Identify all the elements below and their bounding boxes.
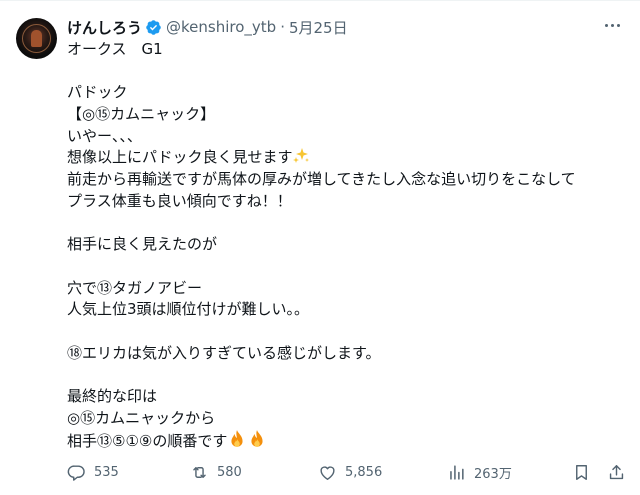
avatar-figure (31, 30, 42, 47)
header-separator: · (280, 18, 285, 36)
verified-badge-icon (146, 19, 161, 35)
share-button[interactable] (607, 463, 634, 482)
tweet-line: 穴で⑬タガノアビー (67, 278, 203, 297)
reply-icon (67, 465, 85, 481)
tweet-line-text: 相手⑬⑤①⑨の順番です (67, 432, 228, 451)
avatar[interactable] (16, 18, 57, 59)
retweet-icon (193, 467, 206, 478)
heart-icon (320, 466, 335, 480)
views-button[interactable]: 263万 (447, 463, 512, 482)
like-button[interactable]: 5,856 (318, 463, 382, 482)
tweet-line: いやー、、、 (67, 126, 142, 145)
tweet-line-with-emoji: 相手⑬⑤①⑨の順番です (67, 429, 627, 451)
tweet-date[interactable]: 5月25日 (289, 17, 348, 38)
reply-button[interactable]: 535 (67, 463, 119, 482)
bookmark-button[interactable] (572, 463, 599, 482)
fire-emoji (251, 430, 263, 448)
more-options-icon[interactable] (600, 15, 624, 35)
tweet-line: オークス G1 (67, 40, 163, 58)
tweet-header: けんしろう @kenshiro_ytb · 5月25日 (67, 17, 348, 37)
tweet-actions: 535 580 5,856 263万 (0, 463, 640, 487)
view-count: 263万 (474, 467, 512, 482)
tweet-line: 【◎⑮カムニャック】 (67, 105, 216, 124)
bookmark-icon (576, 465, 587, 480)
tweet-line-with-emoji: 想像以上にパドック良く見せます (67, 147, 627, 169)
retweet-count: 580 (217, 465, 242, 480)
fire-emoji (231, 430, 243, 448)
tweet-line: 相手に良く見えたのが (67, 235, 218, 254)
tweet-line: 前走から再輸送ですが馬体の厚みが増してきたし入念な追い切りをこなして (67, 170, 576, 189)
tweet-line: ⑱エリカは気が入りすぎている感じがします。 (67, 343, 381, 362)
tweet-line: パドック (67, 83, 128, 102)
tweet-line: 最終的な印は (67, 387, 158, 405)
retweet-button[interactable]: 580 (190, 463, 242, 482)
tweet-line: ◎⑮カムニャックから (67, 408, 216, 427)
tweet-line-text: 想像以上にパドック良く見せます (67, 148, 293, 167)
author-name[interactable]: けんしろう (67, 17, 142, 38)
share-icon (609, 465, 624, 480)
views-icon (450, 465, 464, 480)
tweet-line: プラス体重も良い傾向ですね！！ (67, 191, 292, 210)
tweet-card[interactable]: けんしろう @kenshiro_ytb · 5月25日 オークス G1 パドック… (0, 0, 640, 495)
like-count: 5,856 (345, 465, 383, 480)
tweet-line: 人気上位3頭は順位付けが難しい。。 (67, 300, 310, 319)
sparkles-emoji (293, 148, 310, 164)
reply-count: 535 (94, 465, 119, 480)
tweet-text: オークス G1 パドック 【◎⑮カムニャック】 いやー、、、 想像以上にパドック… (67, 39, 627, 451)
author-handle[interactable]: @kenshiro_ytb (166, 18, 276, 36)
